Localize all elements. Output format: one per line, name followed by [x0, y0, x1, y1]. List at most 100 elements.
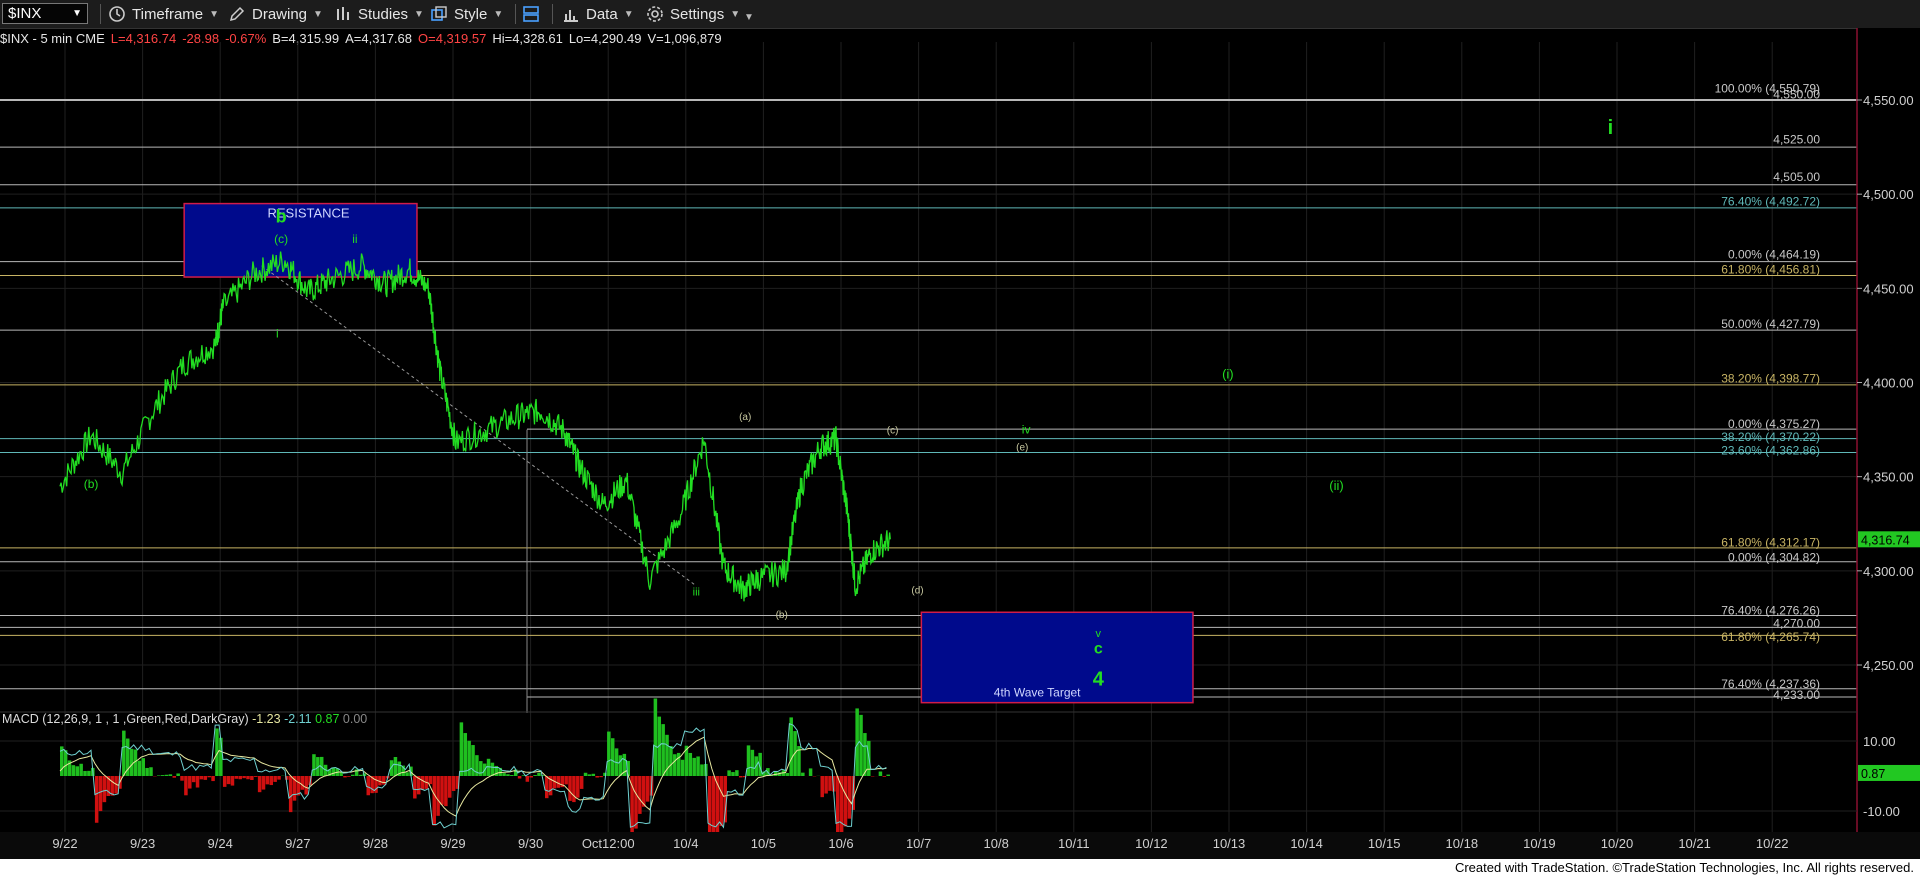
style-icon: [431, 6, 447, 21]
time-tick-label: 10/21: [1678, 836, 1711, 851]
macd-histogram-bar: [261, 776, 266, 790]
macd-histogram-bar: [288, 776, 293, 813]
wave-label: (i): [1222, 367, 1234, 382]
level-label: 0.00% (4,375.27): [1728, 417, 1820, 431]
macd-histogram-bar: [510, 775, 514, 776]
macd-histogram-bar: [168, 774, 173, 776]
price-series: [59, 251, 891, 602]
toolbar-divider: [552, 4, 553, 24]
style-button[interactable]: Style ▼: [430, 3, 503, 25]
price-tick-label: 4,400.00: [1863, 376, 1914, 391]
macd-histogram-bar: [750, 749, 755, 776]
chevron-down-icon: ▼: [744, 11, 754, 23]
macd-histogram-bar: [533, 775, 537, 776]
studies-label: Studies: [358, 5, 409, 23]
price-tick-label: 4,450.00: [1863, 281, 1914, 296]
layout-button[interactable]: [522, 3, 540, 25]
macd-histogram-bar: [176, 773, 180, 776]
macd-histogram-bar: [517, 776, 522, 779]
macd-histogram-bar: [576, 776, 580, 798]
macd-histogram-bar: [226, 776, 231, 785]
macd-histogram-bar: [564, 776, 568, 785]
gear-icon: [647, 6, 663, 22]
macd-histogram-bar: [141, 758, 145, 776]
macd-histogram-bar: [568, 776, 572, 801]
toolbar-overflow-button[interactable]: ▼: [744, 6, 754, 28]
wave-label: (e): [1016, 442, 1028, 453]
time-tick-label: 10/19: [1523, 836, 1556, 851]
macd-histogram-bar: [63, 750, 68, 776]
wave-label: i: [1608, 117, 1614, 139]
price-axis[interactable]: 4,550.00 4,500.00 4,450.00 4,400.00 4,350.00…: [1856, 28, 1920, 832]
macd-histogram-bar: [719, 776, 724, 827]
price-chart[interactable]: RESISTANCE4th Wave Target (b)b(c) iii(a)(…: [0, 28, 1920, 859]
time-tick-label: 10/18: [1446, 836, 1479, 851]
time-tick-label: 10/20: [1601, 836, 1634, 851]
wave-label: c: [1094, 641, 1103, 658]
macd-histogram-bar: [300, 776, 305, 790]
macd-histogram-bar: [680, 759, 685, 776]
macd-histogram-bar: [304, 776, 308, 795]
wave-label: v: [1096, 628, 1102, 640]
chevron-down-icon: ▼: [730, 8, 741, 20]
macd-histogram-bar: [789, 717, 793, 776]
level-label: 4,233.00: [1773, 688, 1820, 702]
time-tick-label: 9/23: [130, 836, 155, 851]
settings-button[interactable]: Settings ▼: [646, 3, 740, 25]
macd-histogram-bar: [824, 776, 828, 794]
chevron-down-icon: ▼: [313, 8, 323, 20]
macd-histogram-bar: [669, 746, 673, 776]
macd-histogram-bar: [413, 776, 417, 799]
macd-histogram-bar: [164, 774, 169, 776]
macd-histogram-bar: [801, 772, 805, 776]
chart-toolbar: $INX ▼ Timeframe ▼ Drawing ▼ Studies ▼ S…: [0, 0, 1920, 29]
macd-histogram-bar: [843, 776, 848, 827]
macd-histogram-bar: [188, 776, 192, 789]
wave-label: (a): [739, 412, 751, 423]
macd-histogram-bar: [599, 776, 603, 778]
macd-histogram-bar: [583, 772, 588, 776]
macd-histogram-bar: [265, 776, 270, 785]
level-label: 0.00% (4,304.82): [1728, 551, 1820, 565]
level-label: 4,270.00: [1773, 617, 1820, 631]
macd-histogram-bar: [739, 776, 743, 778]
wave-label: ii: [352, 232, 357, 246]
macd-histogram-bar: [692, 757, 696, 776]
macd-histogram-bar: [347, 776, 351, 777]
macd-histogram-bar: [451, 776, 456, 791]
level-label: 38.20% (4,370.22): [1721, 430, 1820, 444]
level-label: 76.40% (4,276.26): [1721, 603, 1820, 617]
data-button[interactable]: Data ▼: [562, 3, 634, 25]
drawing-button[interactable]: Drawing ▼: [228, 3, 323, 25]
macd-histogram-bar: [87, 770, 91, 776]
macd-histogram-bar: [638, 776, 642, 814]
macd-histogram-bar: [610, 738, 615, 776]
macd-histogram-bar: [199, 776, 204, 780]
timeframe-button[interactable]: Timeframe ▼: [108, 3, 219, 25]
price-tick-label: 4,300.00: [1863, 564, 1914, 579]
clock-icon: [109, 6, 125, 22]
time-tick-label: 10/5: [751, 836, 776, 851]
chevron-down-icon: ▼: [493, 8, 504, 20]
macd-histogram-bar: [230, 776, 235, 786]
symbol-input[interactable]: $INX ▼: [2, 3, 88, 24]
macd-header-value: MACD (12,26,9, 1 , 1 ,Green,Red,DarkGray…: [2, 712, 252, 726]
macd-histogram-bar: [572, 776, 576, 803]
macd-histogram-bar: [277, 776, 281, 780]
time-axis[interactable]: 9/22 9/23 9/24 9/27 9/28 9/29 9/30 Oct12:00 10/4…: [0, 832, 1920, 859]
macd-histogram-bar: [405, 772, 409, 776]
chevron-down-icon[interactable]: ▼: [72, 8, 82, 19]
time-tick-label: 9/29: [440, 836, 465, 851]
macd-histogram-bar: [688, 752, 693, 776]
level-label: 50.00% (4,427.79): [1721, 317, 1820, 331]
time-tick-label: 10/6: [828, 836, 853, 851]
time-tick-label: 10/22: [1756, 836, 1789, 851]
macd-histogram-bar: [878, 771, 883, 776]
macd-histogram-bar: [882, 776, 887, 777]
studies-button[interactable]: Studies ▼: [334, 3, 424, 25]
macd-histogram-bar: [137, 760, 142, 776]
data-label: Data: [586, 5, 618, 23]
macd-histogram-bar: [110, 776, 114, 796]
macd-histogram-bar: [506, 774, 510, 776]
macd-histogram-bar: [595, 776, 599, 778]
